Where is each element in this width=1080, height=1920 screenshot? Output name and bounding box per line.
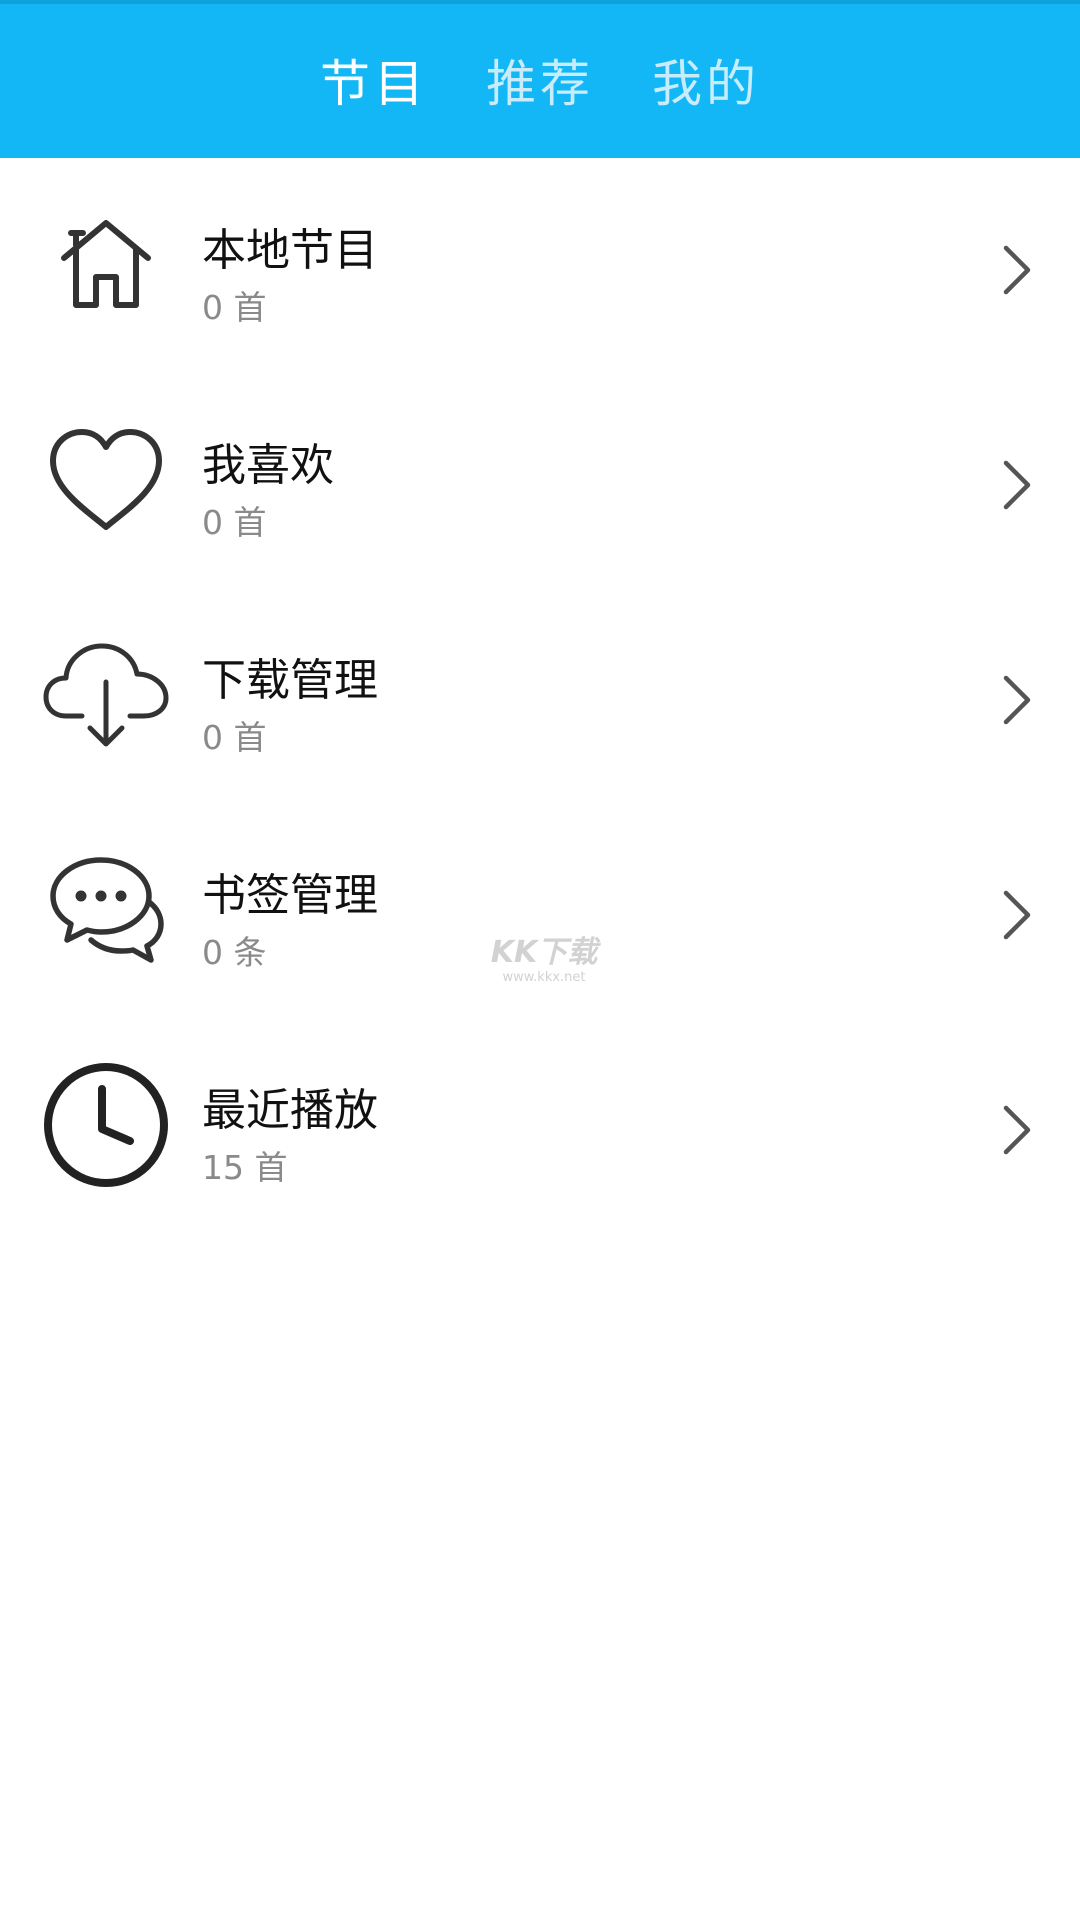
menu-item-local-programs[interactable]: 本地节目 0 首 — [0, 158, 1080, 373]
top-header: 节目 推荐 我的 — [0, 0, 1080, 158]
clock-icon — [40, 1063, 172, 1187]
menu-item-favorites[interactable]: 我喜欢 0 首 — [0, 373, 1080, 588]
menu-item-count: 0 条 — [202, 933, 267, 972]
chevron-right-icon — [1003, 245, 1031, 295]
chevron-right-icon — [1003, 675, 1031, 725]
menu-item-count: 0 首 — [202, 288, 267, 327]
menu-item-title: 我喜欢 — [202, 440, 334, 491]
menu-item-title: 最近播放 — [202, 1085, 378, 1136]
chat-bubbles-icon — [40, 855, 172, 965]
cloud-download-icon — [40, 640, 172, 750]
menu-item-title: 书签管理 — [202, 870, 378, 921]
chevron-right-icon — [1003, 890, 1031, 940]
tab-recommend[interactable]: 推荐 — [486, 49, 594, 119]
tab-programs[interactable]: 节目 — [320, 49, 428, 119]
home-icon — [40, 210, 172, 320]
watermark: KK下载 www.kkx.net — [484, 936, 604, 992]
watermark-logo-text: KK下载 — [490, 935, 598, 970]
menu-item-downloads[interactable]: 下载管理 0 首 — [0, 588, 1080, 803]
menu-item-title: 本地节目 — [202, 225, 378, 276]
watermark-url: www.kkx.net — [502, 970, 586, 985]
menu-item-recent-plays[interactable]: 最近播放 15 首 — [0, 1018, 1080, 1233]
menu-list: 本地节目 0 首 我喜欢 0 首 下载管理 0 首 书签管理 0 条 最近播放 … — [0, 158, 1080, 1233]
menu-item-count: 15 首 — [202, 1148, 288, 1187]
chevron-right-icon — [1003, 460, 1031, 510]
chevron-right-icon — [1003, 1105, 1031, 1155]
menu-item-title: 下载管理 — [202, 655, 378, 706]
menu-item-count: 0 首 — [202, 503, 267, 542]
tab-bar: 节目 推荐 我的 — [0, 49, 1080, 119]
tab-mine[interactable]: 我的 — [652, 49, 760, 119]
menu-item-count: 0 首 — [202, 718, 267, 757]
heart-icon — [40, 425, 172, 535]
